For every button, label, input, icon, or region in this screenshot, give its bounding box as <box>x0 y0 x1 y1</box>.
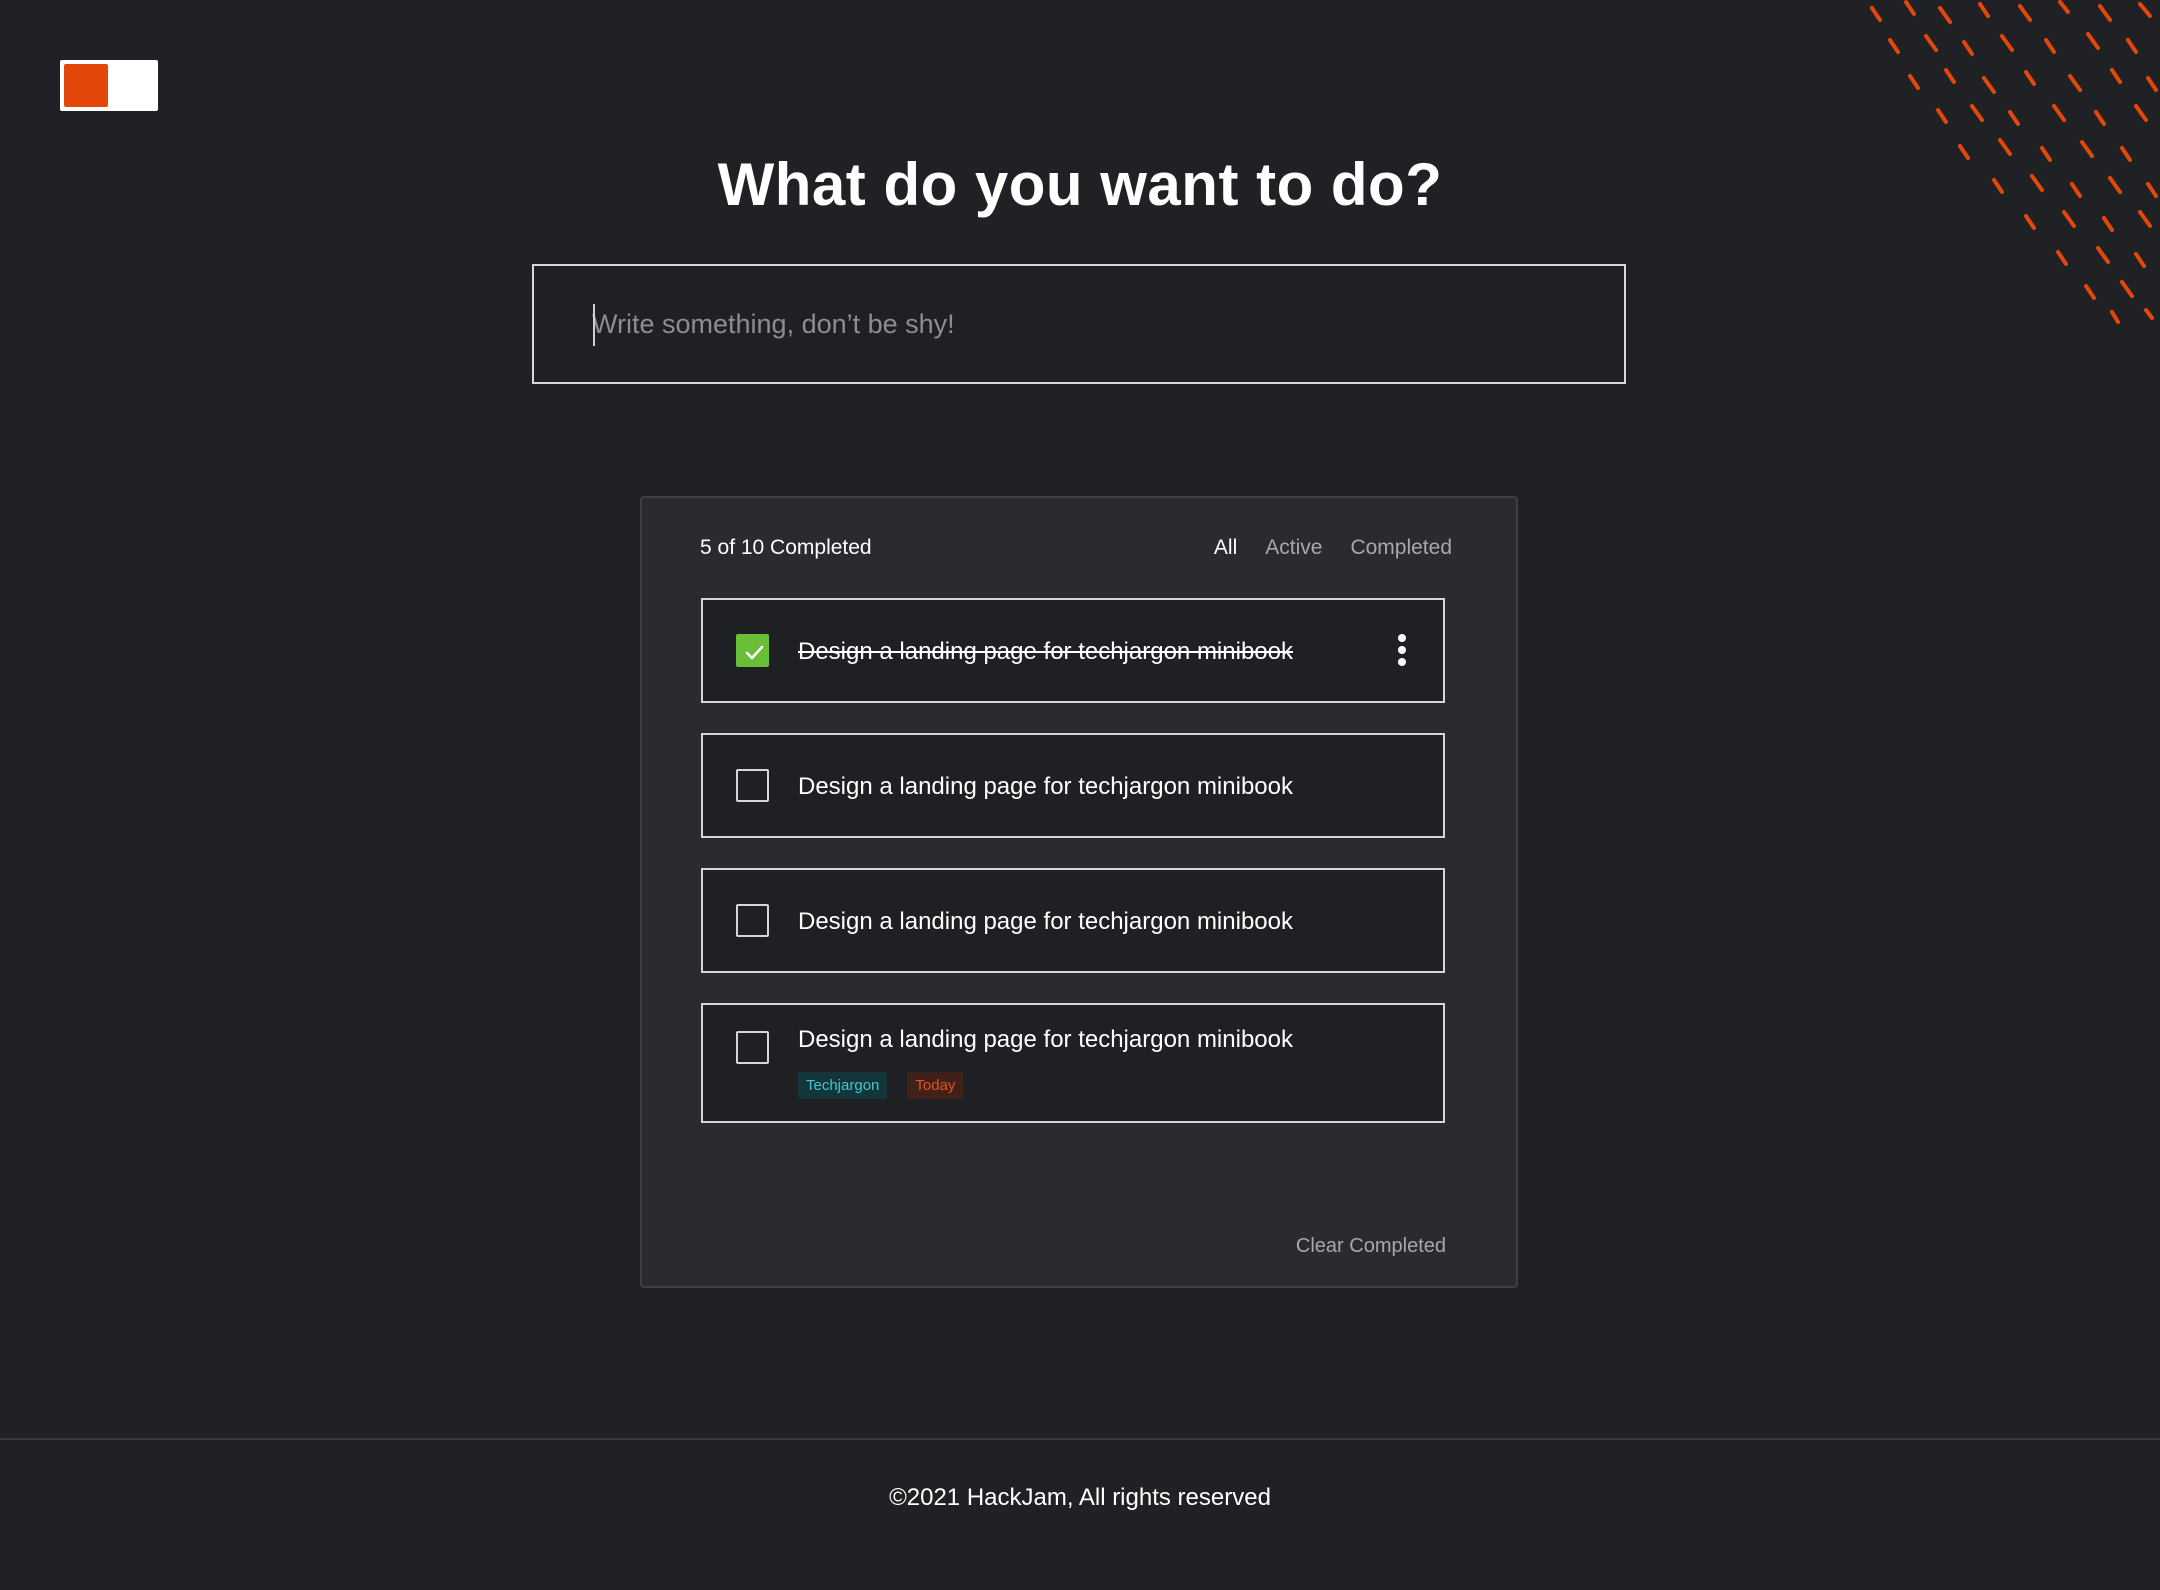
footer-divider <box>0 1438 2160 1440</box>
page-title: What do you want to do? <box>717 151 1443 218</box>
task-item: Design a landing page for techjargon min… <box>701 598 1445 703</box>
task-item: Design a landing page for techjargon min… <box>701 868 1445 973</box>
clear-completed-button[interactable]: Clear Completed <box>1296 1235 1446 1258</box>
task-checkbox[interactable] <box>736 634 769 667</box>
filter-completed[interactable]: Completed <box>1350 536 1452 560</box>
tag-techjargon[interactable]: Techjargon <box>798 1072 888 1099</box>
new-task-input[interactable] <box>534 266 1624 382</box>
completed-count: 5 of 10 Completed <box>700 536 872 559</box>
task-title: Design a landing page for techjargon min… <box>798 638 1293 665</box>
task-checkbox[interactable] <box>736 769 769 802</box>
task-checkbox[interactable] <box>736 1031 769 1064</box>
footer-copyright: ©2021 HackJam, All rights reserved <box>889 1484 1271 1511</box>
task-checkbox[interactable] <box>736 904 769 937</box>
task-title: Design a landing page for techjargon min… <box>798 908 1293 935</box>
task-item: Design a landing page for techjargon min… <box>701 733 1445 838</box>
task-title: Design a landing page for techjargon min… <box>798 773 1293 800</box>
tag-today[interactable]: Today <box>907 1072 964 1099</box>
task-tags: Techjargon Today <box>798 1072 964 1099</box>
new-task-field[interactable] <box>532 264 1626 384</box>
task-title: Design a landing page for techjargon min… <box>798 1026 1293 1053</box>
filter-all[interactable]: All <box>1214 536 1237 560</box>
toggle-knob <box>64 64 108 107</box>
todo-panel: 5 of 10 Completed All Active Completed D… <box>640 496 1518 1288</box>
panel-header: 5 of 10 Completed All Active Completed <box>700 528 1452 568</box>
task-item: Design a landing page for techjargon min… <box>701 1003 1445 1123</box>
filter-active[interactable]: Active <box>1265 536 1322 560</box>
more-options-icon[interactable] <box>1395 634 1409 670</box>
filter-tabs: All Active Completed <box>1214 536 1452 560</box>
theme-toggle[interactable] <box>60 60 158 111</box>
checkmark-icon <box>745 645 764 660</box>
text-cursor <box>593 304 595 346</box>
